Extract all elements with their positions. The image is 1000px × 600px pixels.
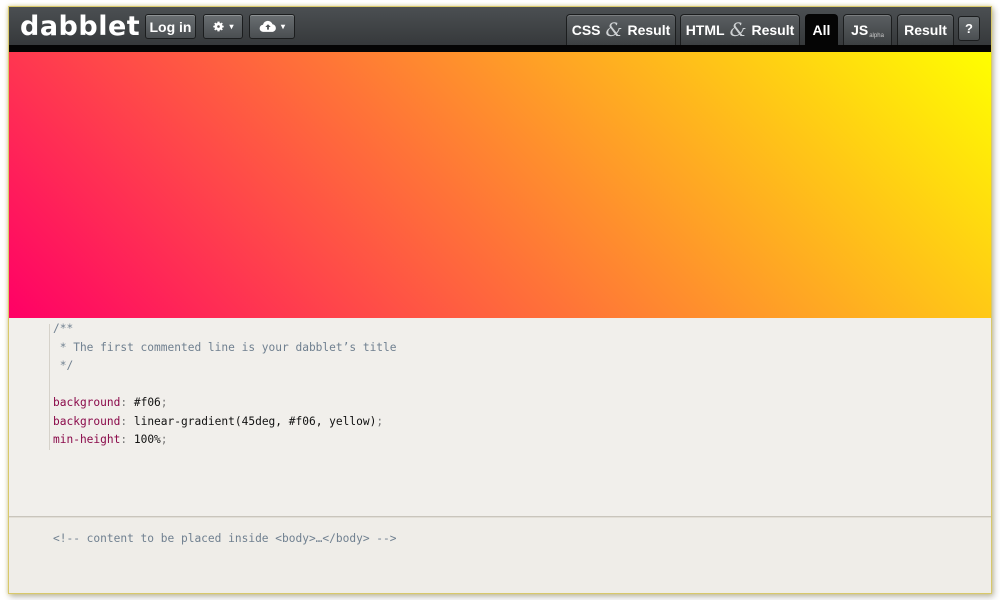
result-preview xyxy=(9,52,991,318)
editor-gutter-line xyxy=(49,324,50,450)
code-line: background: linear-gradient(45deg, #f06,… xyxy=(53,413,397,432)
css-property: min-height xyxy=(53,433,121,446)
css-editor[interactable]: /** * The first commented line is your d… xyxy=(9,318,991,517)
css-property: background xyxy=(53,414,121,428)
css-semicolon: ; xyxy=(376,414,384,428)
login-button[interactable]: Log in xyxy=(145,14,196,39)
help-label: ? xyxy=(965,21,973,36)
css-property: background xyxy=(53,396,121,409)
css-colon: : xyxy=(120,433,134,446)
app-window: dabblet Log in ▾ ▾ CSS & Result HTML & R… xyxy=(8,6,992,594)
css-semicolon: ; xyxy=(160,433,168,446)
app-logo[interactable]: dabblet xyxy=(20,13,140,41)
code-line: background: #f06; xyxy=(53,394,397,413)
css-value: #f06 xyxy=(133,396,161,409)
tab-result[interactable]: Result xyxy=(897,14,954,45)
tab-label: JS xyxy=(851,22,869,38)
settings-button[interactable]: ▾ xyxy=(203,14,243,39)
help-button[interactable]: ? xyxy=(958,16,980,41)
tab-label: CSS xyxy=(571,22,601,38)
chevron-down-icon: ▾ xyxy=(280,22,285,31)
cloud-upload-icon xyxy=(259,20,277,33)
css-colon: : xyxy=(120,396,134,409)
css-value: 100% xyxy=(133,433,161,446)
code-line: /** xyxy=(53,322,74,335)
css-semicolon: ; xyxy=(160,396,168,409)
html-editor[interactable]: <!-- content to be placed inside <body>…… xyxy=(9,517,991,593)
tab-label: Result xyxy=(904,22,947,38)
alpha-badge: alpha xyxy=(869,33,884,39)
cloud-button[interactable]: ▾ xyxy=(249,14,295,39)
code-line: min-height: 100%; xyxy=(53,431,397,450)
gear-icon xyxy=(212,20,225,33)
tab-js[interactable]: JS alpha xyxy=(843,14,892,45)
css-value: linear-gradient(45deg, #f06, yellow) xyxy=(133,414,377,428)
tab-label: HTML xyxy=(685,22,725,38)
toolbar: dabblet Log in ▾ ▾ CSS & Result HTML & R… xyxy=(9,7,991,52)
tab-label: Result xyxy=(627,22,671,38)
tab-all[interactable]: All xyxy=(805,14,838,45)
html-code-comment[interactable]: <!-- content to be placed inside <body>…… xyxy=(53,532,397,545)
code-line: */ xyxy=(53,359,74,372)
tab-css-result[interactable]: CSS & Result xyxy=(566,14,676,45)
css-colon: : xyxy=(120,414,134,428)
tab-label: Result xyxy=(751,22,795,38)
ampersand-glyph: & xyxy=(729,19,747,41)
ampersand-glyph: & xyxy=(605,19,623,41)
chevron-down-icon: ▾ xyxy=(229,22,234,31)
css-code[interactable]: /** * The first commented line is your d… xyxy=(53,320,397,450)
tab-html-result[interactable]: HTML & Result xyxy=(680,14,800,45)
login-label: Log in xyxy=(149,18,192,35)
code-line: * The first commented line is your dabbl… xyxy=(53,340,397,354)
tab-label: All xyxy=(812,22,831,38)
